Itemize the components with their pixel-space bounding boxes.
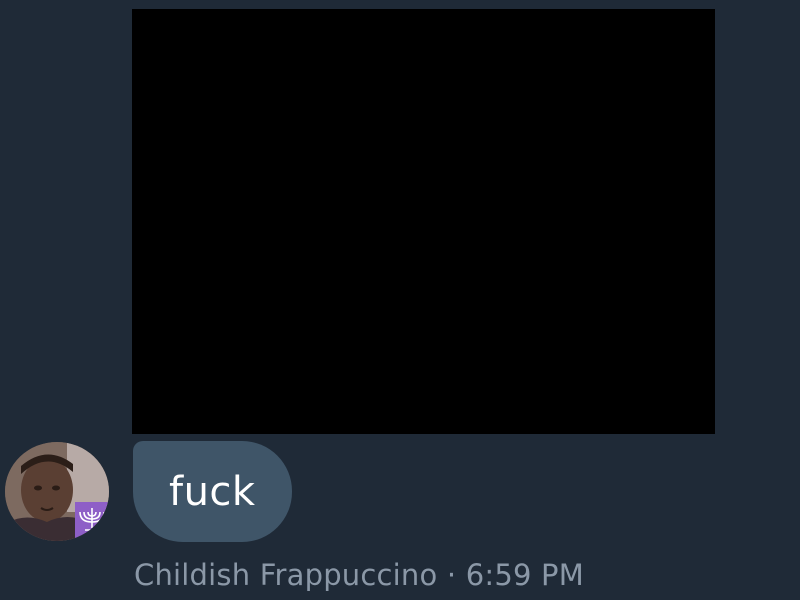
message-text: fuck <box>169 468 256 515</box>
message-timestamp: 6:59 PM <box>465 558 584 592</box>
meta-separator: · <box>437 558 466 592</box>
sender-avatar[interactable] <box>5 442 109 541</box>
media-attachment[interactable] <box>132 9 715 434</box>
chat-thread: fuck Childish Frappuccino · 6:59 PM <box>0 0 800 600</box>
message-meta: Childish Frappuccino · 6:59 PM <box>134 558 584 592</box>
message-bubble[interactable]: fuck <box>133 441 292 542</box>
sender-name[interactable]: Childish Frappuccino <box>134 558 437 592</box>
avatar-photo-icon <box>5 442 109 541</box>
